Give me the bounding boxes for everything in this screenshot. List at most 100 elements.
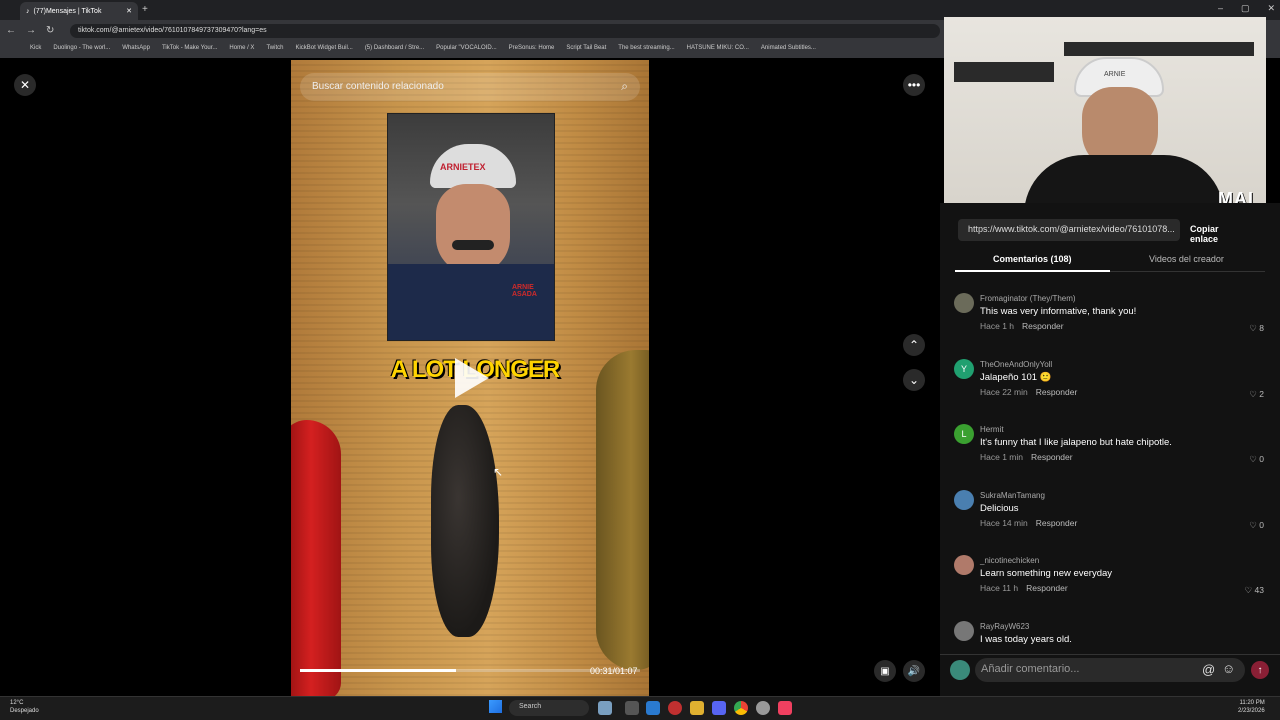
weather-widget[interactable]: 12°C Despejado [10, 699, 39, 715]
share-link[interactable]: https://www.tiktok.com/@arnietex/video/7… [958, 219, 1180, 241]
more-options-icon[interactable]: ••• [903, 74, 925, 96]
comment-item: Fromaginator (They/Them) This was very in… [954, 293, 1268, 353]
heart-icon[interactable]: ♡ [1245, 585, 1255, 595]
file-explorer-icon[interactable] [690, 701, 704, 715]
close-window-icon[interactable]: ✕ [1268, 3, 1276, 14]
bookmark-item[interactable]: Popular "VOCALOID... [436, 45, 497, 55]
bookmark-item[interactable]: TikTok - Make Your... [162, 45, 217, 55]
reply-button[interactable]: Responder [1036, 387, 1078, 397]
windows-start-icon[interactable] [489, 700, 502, 713]
forward-icon[interactable]: → [26, 25, 36, 36]
comment-username[interactable]: TheOneAndOnlyYoll [980, 360, 1052, 369]
prev-video-icon[interactable]: ⌃ [903, 334, 925, 356]
bookmark-item[interactable]: Duolingo - The worl... [53, 45, 110, 55]
comment-text: Delicious [980, 502, 1019, 514]
bookmark-item[interactable]: Script Tail Beat [566, 45, 606, 55]
clock-date: 2/23/2026 [1238, 708, 1265, 714]
landscape-icon[interactable] [598, 701, 612, 715]
commenter-avatar[interactable]: L [954, 424, 974, 445]
music-icon[interactable] [778, 701, 792, 715]
comment-likes[interactable]: ♡ 8 [1249, 323, 1264, 334]
comment-item: L Hermit It's funny that I like jalapeno b… [954, 424, 1268, 484]
commenter-avatar[interactable] [954, 621, 974, 641]
new-tab-icon[interactable]: + [142, 4, 148, 15]
heart-icon[interactable]: ♡ [1249, 389, 1259, 399]
commenter-avatar[interactable] [954, 293, 974, 313]
like-count: 8 [1259, 323, 1264, 333]
next-video-icon[interactable]: ⌄ [903, 369, 925, 391]
comment-username[interactable]: SukraManTamang [980, 491, 1045, 500]
comment-item: _nicotinechicken Learn something new ever… [954, 555, 1268, 615]
comment-text: This was very informative, thank you! [980, 306, 1137, 317]
comment-username[interactable]: RayRayW623 [980, 622, 1029, 631]
comment-likes[interactable]: ♡ 2 [1249, 389, 1264, 400]
comment-text: Learn something new everyday [980, 568, 1113, 580]
comment-username[interactable]: Hermit [980, 425, 1004, 434]
commenter-avatar[interactable] [954, 489, 974, 510]
creator-inset: ARNIETEX ARNIE ASADA [387, 113, 555, 341]
tab-creator-videos[interactable]: Videos del creador [1149, 254, 1224, 264]
clock[interactable]: 11:20 PM 2/23/2026 [1238, 699, 1265, 715]
search-icon[interactable]: ⌕ [621, 79, 628, 94]
volume-icon[interactable]: 🔊 [903, 660, 925, 682]
comment-likes[interactable]: ♡ 43 [1245, 585, 1264, 596]
browser-tab[interactable]: ♪ (77)Mensajes | TikTok ✕ [20, 2, 138, 20]
minimize-icon[interactable]: – [1218, 3, 1223, 14]
nav-buttons: ← → ↻ [6, 25, 54, 36]
comment-username[interactable]: _nicotinechicken [980, 556, 1039, 565]
red-pepper [291, 420, 341, 696]
mustache [452, 240, 494, 250]
heart-icon[interactable]: ♡ [1249, 323, 1259, 333]
comment-username[interactable]: Fromaginator (They/Them) [980, 294, 1076, 303]
copy-link-button[interactable]: Copiar enlace [1182, 219, 1256, 244]
play-icon[interactable] [455, 358, 489, 398]
send-icon[interactable]: ↑ [1251, 661, 1269, 679]
bookmark-item[interactable]: KickBot Widget Buil... [295, 45, 352, 55]
close-icon[interactable]: ✕ [14, 74, 36, 96]
maximize-icon[interactable]: ▢ [1241, 3, 1250, 14]
commenter-avatar[interactable] [954, 555, 974, 576]
bookmark-item[interactable]: Animated Subtitles... [761, 45, 816, 55]
bookmark-item[interactable]: WhatsApp [122, 45, 150, 55]
task-view-icon[interactable] [625, 701, 639, 715]
discord-icon[interactable] [712, 701, 726, 715]
taskbar [0, 696, 1280, 720]
comment-time: Hace 14 min [980, 517, 1028, 528]
heart-icon[interactable]: ♡ [1249, 520, 1259, 530]
comment-likes[interactable]: ♡ 0 [1249, 454, 1264, 465]
emoji-icon[interactable]: ☺ [1222, 661, 1235, 676]
reply-button[interactable]: Responder [1036, 518, 1078, 528]
reload-icon[interactable]: ↻ [46, 25, 54, 36]
mention-icon[interactable]: @ [1202, 662, 1215, 677]
edge-icon[interactable] [646, 701, 660, 715]
reply-button[interactable]: Responder [1022, 321, 1064, 331]
comment-item: Y TheOneAndOnlyYoll Jalapeño 101 🙂 Hace 22 … [954, 358, 1268, 419]
taskbar-search[interactable]: Search [509, 700, 589, 716]
reply-button[interactable]: Responder [1026, 583, 1068, 593]
commenter-avatar[interactable]: Y [954, 358, 974, 379]
comment-time: Hace 22 min [980, 386, 1028, 397]
bookmark-item[interactable]: Home / X [229, 45, 254, 55]
url-field[interactable]: tiktok.com/@arnietex/video/7610107849737… [70, 24, 940, 38]
pip-icon[interactable]: ▣ [874, 660, 896, 682]
bookmark-item[interactable]: PreSonus: Home [509, 45, 555, 55]
tab-comments[interactable]: Comentarios (108) [993, 254, 1072, 264]
back-icon[interactable]: ← [6, 25, 16, 36]
reply-button[interactable]: Responder [1031, 452, 1073, 462]
heart-icon[interactable]: ♡ [1249, 454, 1259, 464]
app-icon[interactable] [668, 701, 682, 715]
close-tab-icon[interactable]: ✕ [126, 7, 132, 15]
bookmark-item[interactable]: The best streaming... [618, 45, 674, 55]
shelf-left [954, 62, 1054, 82]
bookmark-item[interactable]: Twitch [266, 45, 283, 55]
cursor-icon: ↖ [493, 465, 504, 479]
bookmark-item[interactable]: (5) Dashboard / Stre... [365, 45, 424, 55]
openai-icon[interactable] [756, 701, 770, 715]
bookmark-item[interactable]: HATSUNE MIKU: CO... [687, 45, 749, 55]
comment-likes[interactable]: ♡ 0 [1249, 520, 1264, 531]
comment-meta: Hace 1 h Responder [980, 321, 1064, 331]
shirt: ARNIE ASADA [388, 264, 554, 340]
bookmark-item[interactable]: Kick [30, 45, 41, 55]
chrome-icon[interactable] [734, 701, 748, 715]
related-search-input[interactable]: Buscar contenido relacionado ⌕ [300, 73, 640, 101]
